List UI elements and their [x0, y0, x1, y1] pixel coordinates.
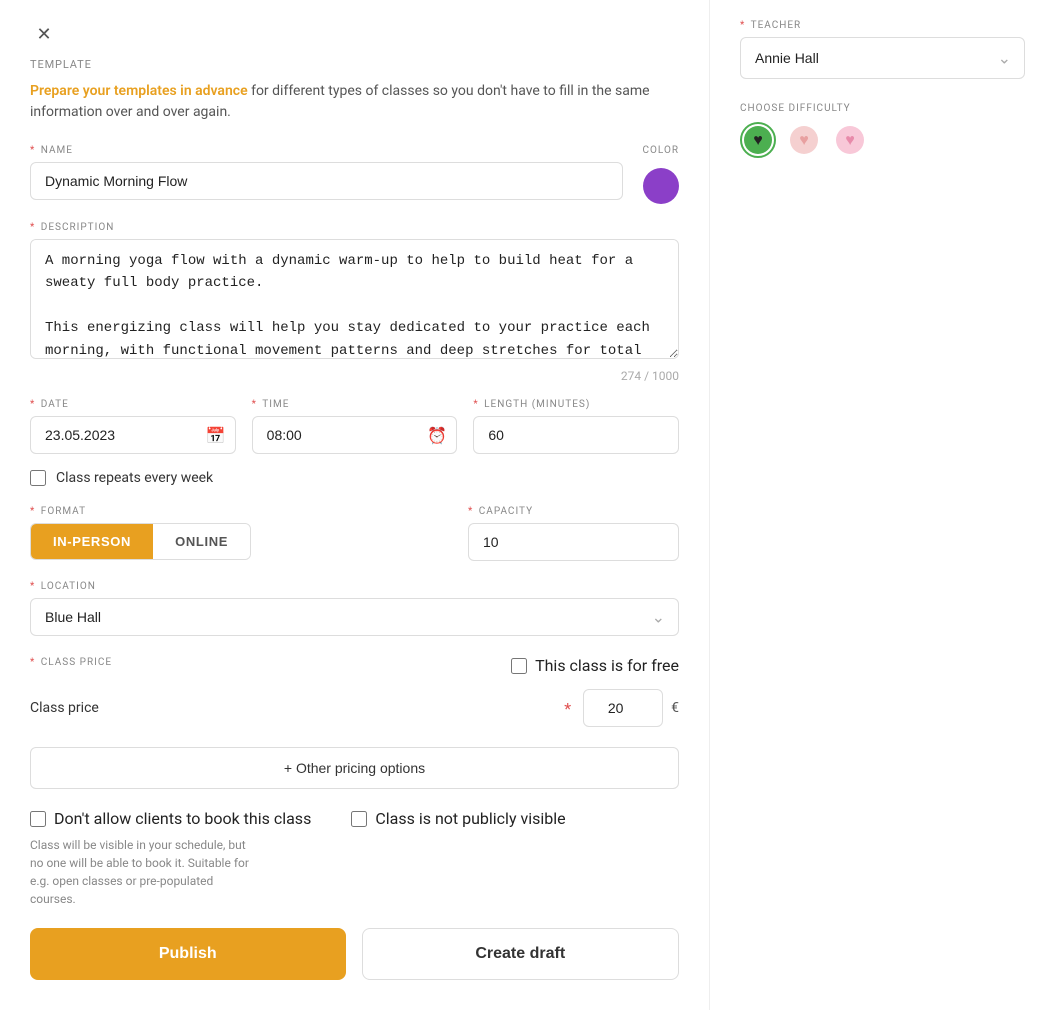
template-promo: Prepare your templates in advance for di… [30, 81, 679, 123]
capacity-label: CAPACITY [479, 506, 533, 517]
teacher-select[interactable]: Annie Hall John Doe [740, 37, 1025, 79]
format-buttons: IN-PERSON ONLINE [30, 523, 251, 560]
difficulty-medium[interactable]: ♥ [786, 122, 822, 158]
price-label: Class price [30, 700, 554, 716]
location-label: LOCATION [41, 581, 96, 592]
date-label: DATE [41, 399, 69, 410]
description-input[interactable]: A morning yoga flow with a dynamic warm-… [30, 239, 679, 359]
color-picker[interactable] [643, 168, 679, 204]
difficulty-easy[interactable]: ♥ [740, 122, 776, 158]
class-price-label: CLASS PRICE [41, 657, 112, 668]
date-input[interactable] [30, 416, 236, 454]
difficulty-hard[interactable]: ♥ [832, 122, 868, 158]
currency-symbol: € [671, 700, 679, 716]
price-input[interactable] [583, 689, 663, 727]
heart-icon-medium: ♥ [799, 130, 809, 150]
length-input[interactable] [473, 416, 679, 454]
description-label: DESCRIPTION [41, 222, 115, 233]
teacher-label: TEACHER [751, 20, 802, 31]
free-class-row: This class is for free [511, 656, 679, 675]
publish-button[interactable]: Publish [30, 928, 346, 980]
add-pricing-label: + Other pricing options [284, 760, 425, 776]
dont-allow-label: Don't allow clients to book this class [54, 809, 311, 828]
class-repeats-row: Class repeats every week [30, 470, 679, 486]
add-pricing-button[interactable]: + Other pricing options [30, 747, 679, 789]
not-publicly-visible-label: Class is not publicly visible [375, 809, 565, 828]
length-label: LENGTH (MINUTES) [484, 399, 590, 410]
dont-allow-section: Don't allow clients to book this class C… [30, 809, 311, 908]
create-draft-button[interactable]: Create draft [362, 928, 680, 980]
difficulty-circles: ♥ ♥ ♥ [740, 122, 1025, 158]
not-publicly-visible-checkbox[interactable] [351, 811, 367, 827]
action-buttons-row: Publish Create draft [30, 928, 679, 980]
template-promo-link[interactable]: Prepare your templates in advance [30, 83, 248, 99]
class-repeats-checkbox[interactable] [30, 470, 46, 486]
class-repeats-label: Class repeats every week [56, 470, 213, 486]
time-label: TIME [262, 399, 289, 410]
color-label: COLOR [643, 145, 680, 156]
close-button[interactable]: ✕ [30, 20, 58, 48]
difficulty-label: CHOOSE DIFFICULTY [740, 103, 1025, 114]
template-label: TEMPLATE [30, 58, 679, 71]
location-select[interactable]: Blue Hall Red Hall Studio A [30, 598, 679, 636]
free-class-label: This class is for free [535, 656, 679, 675]
dont-allow-checkbox[interactable] [30, 811, 46, 827]
format-in-person-button[interactable]: IN-PERSON [31, 524, 153, 559]
format-online-button[interactable]: ONLINE [153, 524, 250, 559]
time-input[interactable] [252, 416, 458, 454]
capacity-input[interactable] [468, 523, 679, 561]
not-publicly-visible-section: Class is not publicly visible [351, 809, 565, 908]
heart-icon-easy: ♥ [753, 130, 763, 150]
heart-icon-hard: ♥ [845, 130, 855, 150]
free-class-checkbox[interactable] [511, 658, 527, 674]
name-input[interactable] [30, 162, 623, 200]
char-count: 274 / 1000 [30, 369, 679, 383]
name-label: NAME [41, 145, 73, 156]
price-row: Class price * € [30, 689, 679, 727]
dont-allow-description: Class will be visible in your schedule, … [30, 836, 260, 908]
format-label: FORMAT [41, 506, 86, 517]
